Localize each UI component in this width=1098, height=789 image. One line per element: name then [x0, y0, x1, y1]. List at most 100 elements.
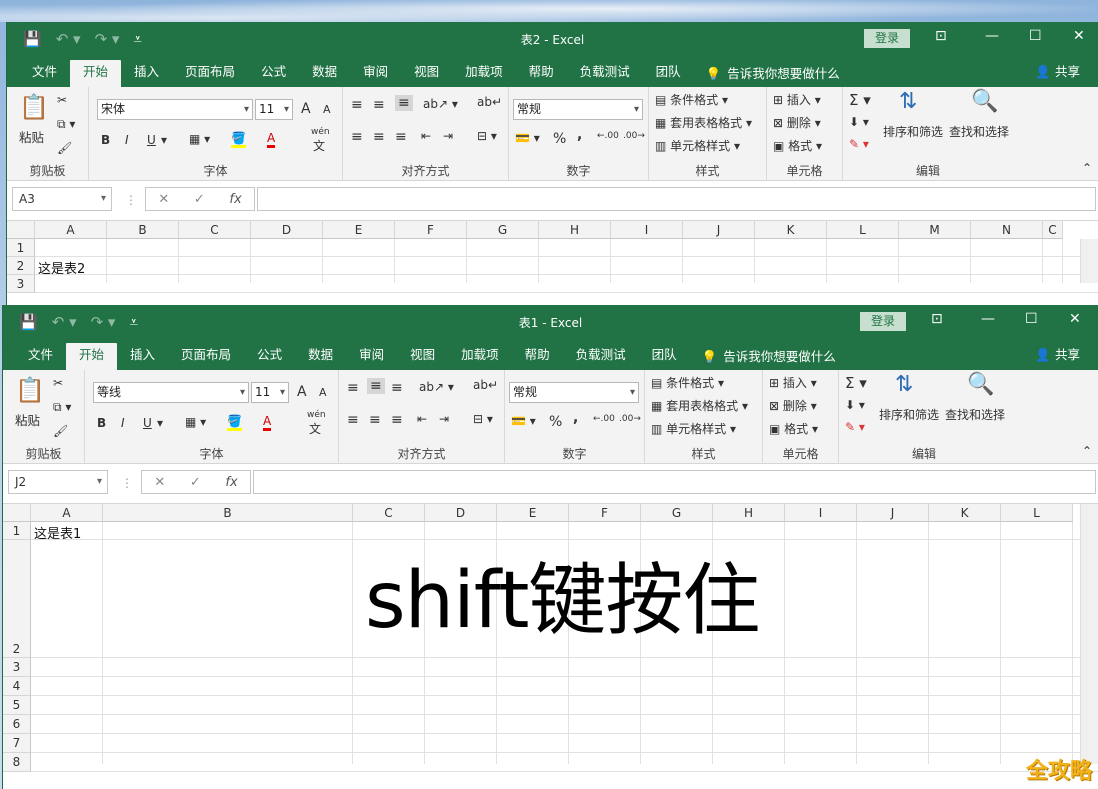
fill-icon[interactable]: ⬇ ▾ — [845, 398, 865, 412]
format-cells-button[interactable]: ▣ 格式 ▾ — [773, 137, 822, 154]
tab-formulas[interactable]: 公式 — [244, 343, 295, 370]
ribbon-display-icon[interactable]: ⊡ — [935, 28, 947, 44]
ribbon-display-icon[interactable]: ⊡ — [931, 311, 943, 327]
align-middle-icon[interactable]: ≡ — [373, 97, 385, 113]
find-select-label[interactable]: 查找和选择 — [945, 406, 1005, 423]
tab-team[interactable]: 团队 — [639, 343, 690, 370]
merge-center-icon[interactable]: ⊟ ▾ — [477, 129, 497, 143]
cell-a2[interactable]: 这是表2 — [38, 258, 85, 277]
column-header[interactable]: C — [353, 504, 425, 522]
comma-button[interactable]: , — [573, 410, 578, 426]
column-header[interactable]: J — [857, 504, 929, 522]
column-header[interactable]: N — [971, 221, 1043, 239]
fill-color-icon[interactable]: 🪣 — [227, 414, 242, 431]
worksheet-grid[interactable]: A B C D E F G H I J K L M N C 1 2 3 这是表2 — [7, 221, 1098, 293]
name-box[interactable]: A3 — [12, 187, 112, 211]
italic-button[interactable]: I — [121, 416, 125, 430]
select-all-corner[interactable] — [3, 504, 31, 522]
tell-me-box[interactable]: 💡 告诉我你想要做什么 — [690, 343, 836, 370]
wrap-text-icon[interactable]: ab↵ — [477, 95, 502, 109]
maximize-icon[interactable]: ☐ — [1025, 311, 1038, 327]
tab-home[interactable]: 开始 — [70, 60, 122, 87]
tab-insert[interactable]: 插入 — [117, 343, 168, 370]
clear-icon[interactable]: ✎ ▾ — [849, 137, 869, 151]
percent-button[interactable]: % — [553, 131, 566, 147]
column-header[interactable]: B — [107, 221, 179, 239]
autosum-icon[interactable]: Σ ▾ — [849, 91, 871, 109]
row-header[interactable]: 5 — [3, 696, 31, 715]
increase-decimal-icon[interactable]: ←.00 — [593, 414, 615, 424]
minimize-icon[interactable]: — — [981, 311, 995, 327]
format-as-table-button[interactable]: ▦ 套用表格格式 ▾ — [655, 114, 752, 131]
copy-icon[interactable]: ⧉ ▾ — [57, 117, 75, 132]
column-header[interactable]: L — [827, 221, 899, 239]
column-header[interactable]: H — [713, 504, 785, 522]
insert-cells-button[interactable]: ⊞ 插入 ▾ — [769, 374, 817, 391]
format-cells-button[interactable]: ▣ 格式 ▾ — [769, 420, 818, 437]
vertical-scrollbar[interactable] — [1080, 504, 1098, 764]
merge-center-icon[interactable]: ⊟ ▾ — [473, 412, 493, 426]
column-header[interactable]: J — [683, 221, 755, 239]
font-color-icon[interactable]: A — [263, 414, 272, 431]
fill-color-icon[interactable]: 🪣 — [231, 131, 246, 148]
tab-view[interactable]: 视图 — [401, 60, 452, 87]
paste-label[interactable]: 粘贴 — [19, 127, 44, 146]
cell-a1[interactable]: 这是表1 — [34, 523, 81, 542]
cell-styles-button[interactable]: ▥ 单元格样式 ▾ — [651, 420, 736, 437]
tab-data[interactable]: 数据 — [295, 343, 346, 370]
align-right-icon[interactable]: ≡ — [395, 129, 407, 145]
border-icon[interactable]: ▦ ▾ — [189, 132, 210, 146]
orientation-icon[interactable]: ab↗ ▾ — [423, 97, 458, 111]
phonetic-icon[interactable]: wén — [307, 410, 326, 420]
tab-data[interactable]: 数据 — [299, 60, 350, 87]
sort-filter-label[interactable]: 排序和筛选 — [879, 406, 939, 423]
row-header[interactable]: 1 — [7, 239, 35, 257]
column-header[interactable]: L — [1001, 504, 1073, 522]
tab-addins[interactable]: 加载项 — [452, 60, 516, 87]
border-icon[interactable]: ▦ ▾ — [185, 415, 206, 429]
find-select-icon[interactable]: 🔍 — [967, 372, 994, 397]
tab-file[interactable]: 文件 — [19, 60, 70, 87]
conditional-format-button[interactable]: ▤ 条件格式 ▾ — [655, 91, 728, 108]
column-header[interactable]: C — [179, 221, 251, 239]
find-select-label[interactable]: 查找和选择 — [949, 123, 1009, 140]
format-painter-icon[interactable]: 🖌 — [57, 141, 72, 155]
paste-icon[interactable]: 📋 — [15, 376, 45, 404]
tab-review[interactable]: 审阅 — [350, 60, 401, 87]
align-bottom-icon[interactable]: ≡ — [391, 380, 403, 396]
tab-page-layout[interactable]: 页面布局 — [172, 60, 248, 87]
paste-label[interactable]: 粘贴 — [15, 410, 40, 429]
column-header[interactable]: K — [755, 221, 827, 239]
insert-function-icon[interactable]: fx — [229, 192, 241, 207]
title-bar[interactable]: 💾 ↶ ▾ ↷ ▾ ⩡ 表2 - Excel 登录 ⊡ — ☐ ✕ — [7, 22, 1098, 57]
increase-decimal-icon[interactable]: ←.00 — [597, 131, 619, 141]
phonetic-char[interactable]: 文 — [309, 420, 321, 437]
phonetic-char[interactable]: 文 — [313, 137, 325, 154]
align-left-icon[interactable]: ≡ — [347, 412, 359, 428]
sort-filter-label[interactable]: 排序和筛选 — [883, 123, 943, 140]
increase-indent-icon[interactable]: ⇥ — [443, 129, 453, 143]
number-format-combo[interactable]: 常规 — [513, 99, 643, 120]
decrease-indent-icon[interactable]: ⇤ — [421, 129, 431, 143]
align-top-icon[interactable]: ≡ — [347, 380, 359, 396]
row-header[interactable]: 7 — [3, 734, 31, 753]
fill-icon[interactable]: ⬇ ▾ — [849, 115, 869, 129]
underline-button[interactable]: U — [147, 133, 156, 147]
align-center-icon[interactable]: ≡ — [369, 412, 381, 428]
login-button[interactable]: 登录 — [864, 29, 910, 48]
vertical-scrollbar[interactable] — [1080, 239, 1098, 283]
autosum-icon[interactable]: Σ ▾ — [845, 374, 867, 392]
tab-insert[interactable]: 插入 — [121, 60, 172, 87]
column-header[interactable]: H — [539, 221, 611, 239]
font-name-combo[interactable]: 等线 — [93, 382, 249, 403]
align-top-icon[interactable]: ≡ — [351, 97, 363, 113]
orientation-icon[interactable]: ab↗ ▾ — [419, 380, 454, 394]
shrink-font-icon[interactable]: A — [323, 103, 331, 116]
font-name-combo[interactable]: 宋体 — [97, 99, 253, 120]
decrease-decimal-icon[interactable]: .00→ — [623, 131, 645, 141]
format-as-table-button[interactable]: ▦ 套用表格格式 ▾ — [651, 397, 748, 414]
column-header[interactable]: G — [641, 504, 713, 522]
align-right-icon[interactable]: ≡ — [391, 412, 403, 428]
font-size-combo[interactable]: 11 — [251, 382, 289, 403]
find-select-icon[interactable]: 🔍 — [971, 89, 998, 114]
